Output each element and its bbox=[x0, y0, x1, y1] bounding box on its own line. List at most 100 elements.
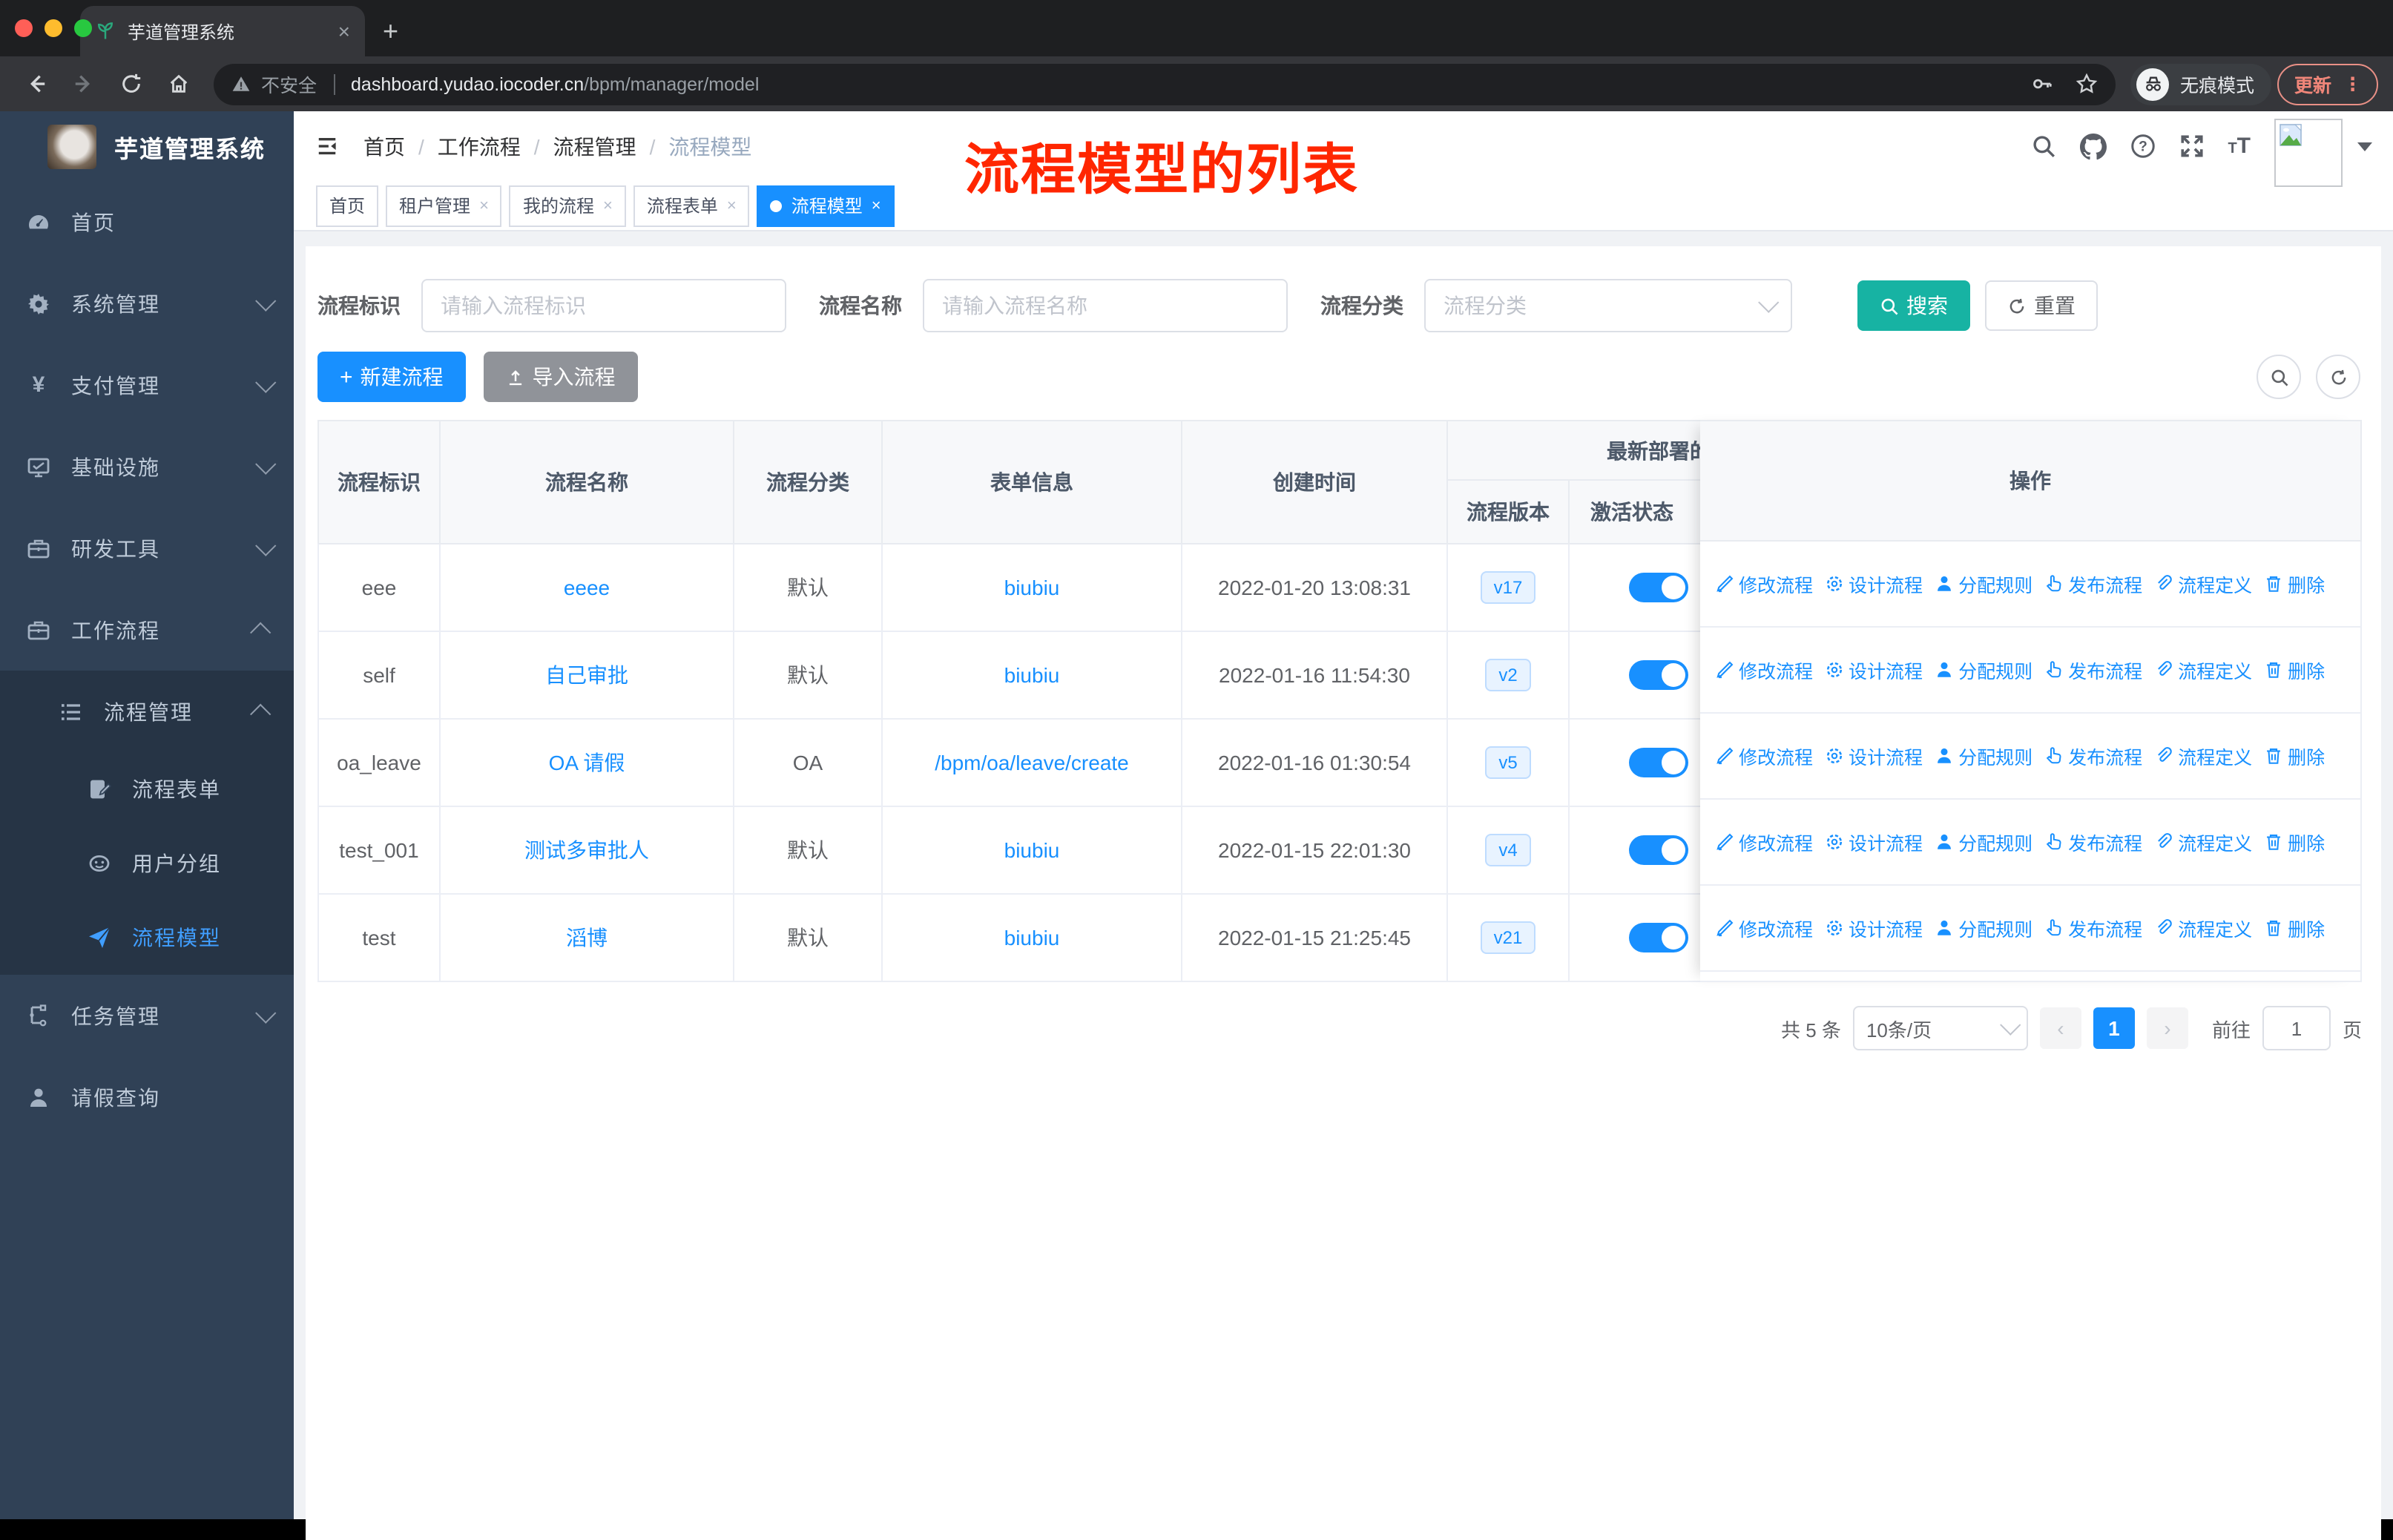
sidebar-item-user-group[interactable]: 用户分组 bbox=[0, 826, 294, 901]
sidebar-item-system[interactable]: 系统管理 bbox=[0, 263, 294, 344]
process-category-select[interactable]: 流程分类 bbox=[1424, 279, 1792, 332]
sidebar-item-home[interactable]: 首页 bbox=[0, 181, 294, 263]
active-toggle[interactable] bbox=[1629, 748, 1688, 777]
browser-update-button[interactable]: 更新 ⋮ bbox=[2277, 63, 2378, 105]
page-1-button[interactable]: 1 bbox=[2093, 1007, 2135, 1049]
publish-process-link[interactable]: 发布流程 bbox=[2044, 914, 2142, 942]
collapse-sidebar-icon[interactable] bbox=[315, 135, 340, 157]
create-process-button[interactable]: + 新建流程 bbox=[317, 352, 466, 402]
assign-rule-link[interactable]: 分配规则 bbox=[1935, 914, 2032, 942]
next-page-button[interactable]: › bbox=[2146, 1007, 2188, 1049]
form-link[interactable]: biubiu bbox=[1004, 838, 1060, 862]
tag-tenant[interactable]: 租户管理 × bbox=[386, 185, 502, 226]
sidebar-item-devtools[interactable]: 研发工具 bbox=[0, 507, 294, 589]
active-toggle[interactable] bbox=[1629, 660, 1688, 690]
font-size-icon[interactable]: TT bbox=[2228, 134, 2251, 159]
address-bar[interactable]: 不安全 dashboard.yudao.iocoder.cn/bpm/manag… bbox=[214, 63, 2116, 105]
breadcrumb-process-mgmt[interactable]: 流程管理 bbox=[553, 131, 636, 161]
process-name-link[interactable]: 自己审批 bbox=[545, 660, 628, 690]
sidebar-item-infra[interactable]: 基础设施 bbox=[0, 426, 294, 507]
publish-process-link[interactable]: 发布流程 bbox=[2044, 828, 2142, 856]
process-definition-link[interactable]: 流程定义 bbox=[2154, 656, 2252, 684]
reload-button[interactable] bbox=[110, 70, 151, 97]
process-name-input[interactable]: 请输入流程名称 bbox=[923, 279, 1288, 332]
new-tab-button[interactable]: + bbox=[383, 16, 398, 47]
search-button[interactable]: 搜索 bbox=[1857, 280, 1970, 331]
process-definition-link[interactable]: 流程定义 bbox=[2154, 570, 2252, 598]
page-size-select[interactable]: 10条/页 bbox=[1852, 1006, 2028, 1050]
close-icon[interactable]: × bbox=[727, 197, 737, 214]
process-name-link[interactable]: 滔博 bbox=[566, 923, 608, 952]
process-definition-link[interactable]: 流程定义 bbox=[2154, 914, 2252, 942]
maximize-window-button[interactable] bbox=[74, 19, 92, 37]
help-icon[interactable] bbox=[2130, 134, 2155, 159]
sidebar-item-process-model[interactable]: 流程模型 bbox=[0, 901, 294, 975]
close-icon[interactable]: × bbox=[479, 197, 489, 214]
assign-rule-link[interactable]: 分配规则 bbox=[1935, 656, 2032, 684]
process-definition-link[interactable]: 流程定义 bbox=[2154, 742, 2252, 770]
sidebar-item-leave-query[interactable]: 请假查询 bbox=[0, 1056, 294, 1138]
close-icon[interactable]: × bbox=[872, 197, 881, 214]
delete-link[interactable]: 删除 bbox=[2264, 656, 2325, 684]
design-process-link[interactable]: 设计流程 bbox=[1825, 742, 1923, 770]
back-button[interactable] bbox=[15, 70, 56, 97]
active-toggle[interactable] bbox=[1629, 573, 1688, 602]
tag-home[interactable]: 首页 bbox=[316, 185, 379, 226]
publish-process-link[interactable]: 发布流程 bbox=[2044, 570, 2142, 598]
sidebar-item-process-mgmt[interactable]: 流程管理 bbox=[0, 671, 294, 752]
goto-page-input[interactable]: 1 bbox=[2262, 1006, 2331, 1050]
search-icon[interactable] bbox=[2030, 134, 2055, 159]
sidebar-item-task-mgmt[interactable]: 任务管理 bbox=[0, 975, 294, 1056]
browser-tab[interactable]: 芋道管理系统 × bbox=[80, 6, 365, 56]
form-link[interactable]: biubiu bbox=[1004, 576, 1060, 599]
breadcrumb-home[interactable]: 首页 bbox=[363, 131, 405, 161]
sidebar-logo[interactable]: 芋道管理系统 bbox=[0, 111, 294, 181]
delete-link[interactable]: 删除 bbox=[2264, 914, 2325, 942]
sidebar-item-payment[interactable]: ¥ 支付管理 bbox=[0, 344, 294, 426]
delete-link[interactable]: 删除 bbox=[2264, 742, 2325, 770]
process-name-link[interactable]: 测试多审批人 bbox=[524, 835, 649, 865]
github-icon[interactable] bbox=[2079, 133, 2106, 159]
publish-process-link[interactable]: 发布流程 bbox=[2044, 656, 2142, 684]
modify-process-link[interactable]: 修改流程 bbox=[1715, 656, 1813, 684]
active-toggle[interactable] bbox=[1629, 835, 1688, 865]
breadcrumb-workflow[interactable]: 工作流程 bbox=[438, 131, 521, 161]
process-name-link[interactable]: eeee bbox=[564, 576, 610, 599]
process-definition-link[interactable]: 流程定义 bbox=[2154, 828, 2252, 856]
prev-page-button[interactable]: ‹ bbox=[2039, 1007, 2081, 1049]
avatar-caret-icon[interactable] bbox=[2357, 142, 2372, 151]
design-process-link[interactable]: 设计流程 bbox=[1825, 570, 1923, 598]
tag-process-form[interactable]: 流程表单 × bbox=[633, 185, 750, 226]
modify-process-link[interactable]: 修改流程 bbox=[1715, 742, 1813, 770]
delete-link[interactable]: 删除 bbox=[2264, 570, 2325, 598]
modify-process-link[interactable]: 修改流程 bbox=[1715, 914, 1813, 942]
password-key-icon[interactable] bbox=[2032, 73, 2054, 95]
close-icon[interactable]: × bbox=[603, 197, 613, 214]
modify-process-link[interactable]: 修改流程 bbox=[1715, 828, 1813, 856]
close-window-button[interactable] bbox=[15, 19, 33, 37]
design-process-link[interactable]: 设计流程 bbox=[1825, 656, 1923, 684]
tag-process-model[interactable]: 流程模型 × bbox=[757, 185, 895, 226]
form-link[interactable]: biubiu bbox=[1004, 926, 1060, 950]
browser-menu-icon[interactable]: ⋮ bbox=[2343, 73, 2362, 95]
assign-rule-link[interactable]: 分配规则 bbox=[1935, 828, 2032, 856]
process-id-input[interactable]: 请输入流程标识 bbox=[421, 279, 786, 332]
delete-link[interactable]: 删除 bbox=[2264, 828, 2325, 856]
publish-process-link[interactable]: 发布流程 bbox=[2044, 742, 2142, 770]
form-link[interactable]: /bpm/oa/leave/create bbox=[935, 751, 1129, 774]
active-toggle[interactable] bbox=[1629, 923, 1688, 952]
minimize-window-button[interactable] bbox=[45, 19, 62, 37]
tab-close-icon[interactable]: × bbox=[338, 21, 350, 42]
avatar[interactable] bbox=[2274, 118, 2343, 186]
assign-rule-link[interactable]: 分配规则 bbox=[1935, 742, 2032, 770]
design-process-link[interactable]: 设计流程 bbox=[1825, 914, 1923, 942]
process-name-link[interactable]: OA 请假 bbox=[549, 748, 625, 777]
tag-my-process[interactable]: 我的流程 × bbox=[509, 185, 626, 226]
reset-button[interactable]: 重置 bbox=[1985, 280, 2098, 331]
assign-rule-link[interactable]: 分配规则 bbox=[1935, 570, 2032, 598]
forward-button[interactable] bbox=[62, 70, 104, 97]
bookmark-star-icon[interactable] bbox=[2076, 73, 2099, 95]
sidebar-item-process-form[interactable]: 流程表单 bbox=[0, 752, 294, 826]
design-process-link[interactable]: 设计流程 bbox=[1825, 828, 1923, 856]
home-button[interactable] bbox=[157, 70, 199, 97]
